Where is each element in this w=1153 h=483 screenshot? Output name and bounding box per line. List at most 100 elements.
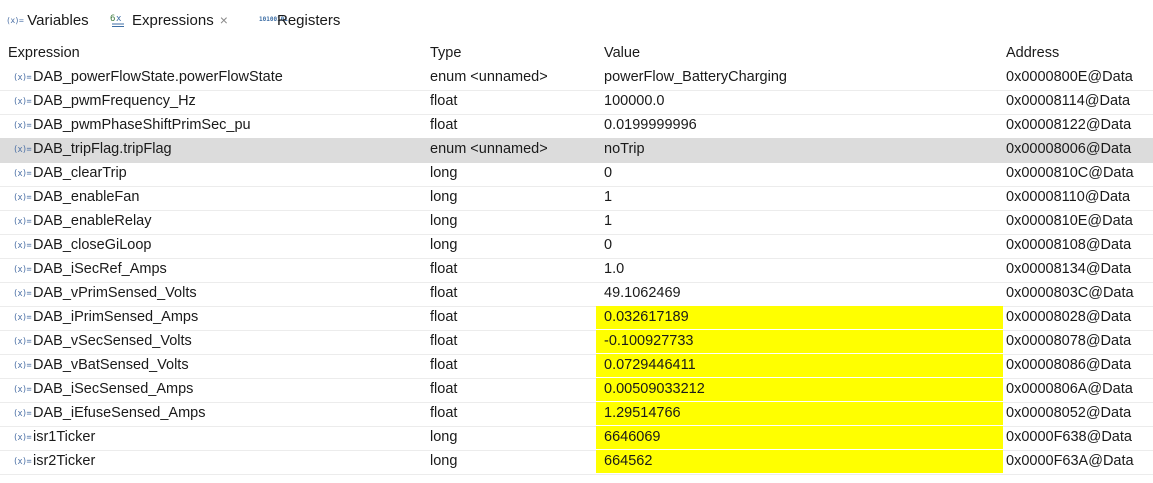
type-cell: float bbox=[430, 117, 458, 133]
address-cell: 0x00008122@Data bbox=[1006, 117, 1132, 133]
table-row[interactable]: (x)= DAB_vPrimSensed_Volts float 49.1062469… bbox=[0, 282, 1153, 307]
address-cell: 0x00008110@Data bbox=[1006, 189, 1131, 205]
value-cell[interactable]: noTrip bbox=[604, 141, 645, 157]
value-cell[interactable]: -0.100927733 bbox=[604, 333, 694, 349]
value-cell[interactable]: 0.00509033212 bbox=[604, 381, 705, 397]
variable-icon: (x)= bbox=[13, 169, 32, 179]
address-cell: 0x00008006@Data bbox=[1006, 141, 1132, 157]
table-row[interactable]: (x)= DAB_iPrimSensed_Amps float 0.032617189… bbox=[0, 306, 1153, 331]
variable-icon: (x)= bbox=[13, 289, 32, 299]
table-row[interactable]: (x)= DAB_iSecRef_Amps float 1.0 0x00008134@D… bbox=[0, 258, 1153, 283]
table-header: Expression Type Value Address bbox=[0, 40, 1153, 66]
address-cell: 0x0000806A@Data bbox=[1006, 381, 1133, 397]
table-row[interactable]: (x)= DAB_vSecSensed_Volts float -0.10092773… bbox=[0, 330, 1153, 355]
tab-expressions-label: Expressions bbox=[132, 11, 214, 29]
column-header-address[interactable]: Address bbox=[1006, 45, 1059, 61]
expression-cell[interactable]: DAB_enableRelay bbox=[33, 213, 152, 229]
column-header-value[interactable]: Value bbox=[604, 45, 640, 61]
variable-icon: (x)= bbox=[13, 409, 32, 419]
variable-icon: (x)= bbox=[13, 313, 32, 323]
value-cell[interactable]: 664562 bbox=[604, 453, 652, 469]
address-cell: 0x00008052@Data bbox=[1006, 405, 1132, 421]
expression-cell[interactable]: DAB_enableFan bbox=[33, 189, 139, 205]
svg-text:6: 6 bbox=[110, 14, 115, 24]
tab-registers[interactable]: 1010 0101 Registers bbox=[259, 9, 340, 31]
variables-icon: (x)= bbox=[6, 15, 24, 25]
expression-cell[interactable]: DAB_vSecSensed_Volts bbox=[33, 333, 192, 349]
value-cell[interactable]: 0 bbox=[604, 237, 612, 253]
address-cell: 0x00008114@Data bbox=[1006, 93, 1131, 109]
expression-cell[interactable]: DAB_pwmFrequency_Hz bbox=[33, 93, 196, 109]
table-row[interactable]: (x)= DAB_enableFan long 1 0x00008110@Data bbox=[0, 186, 1153, 211]
column-header-type[interactable]: Type bbox=[430, 45, 461, 61]
variable-icon: (x)= bbox=[13, 193, 32, 203]
table-row[interactable]: (x)= DAB_iSecSensed_Amps float 0.0050903321… bbox=[0, 378, 1153, 403]
address-cell: 0x00008134@Data bbox=[1006, 261, 1132, 277]
expression-cell[interactable]: DAB_powerFlowState.powerFlowState bbox=[33, 69, 283, 85]
variable-icon: (x)= bbox=[13, 361, 32, 371]
type-cell: enum <unnamed> bbox=[430, 69, 548, 85]
table-row[interactable]: (x)= DAB_pwmFrequency_Hz float 100000.0 0x00… bbox=[0, 90, 1153, 115]
value-cell[interactable]: 1 bbox=[604, 189, 612, 205]
variable-icon: (x)= bbox=[13, 241, 32, 251]
value-cell[interactable]: 0.0199999996 bbox=[604, 117, 697, 133]
variable-icon: (x)= bbox=[13, 265, 32, 275]
value-cell[interactable]: 0.032617189 bbox=[604, 309, 689, 325]
type-cell: long bbox=[430, 213, 458, 229]
table-row[interactable]: (x)= DAB_vBatSensed_Volts float 0.072944641… bbox=[0, 354, 1153, 379]
table-row[interactable]: (x)= isr2Ticker long 664562 0x0000F63A@Data bbox=[0, 450, 1153, 475]
table-row[interactable]: (x)= DAB_clearTrip long 0 0x0000810C@Data bbox=[0, 162, 1153, 187]
address-cell: 0x0000800E@Data bbox=[1006, 69, 1133, 85]
column-header-expression[interactable]: Expression bbox=[8, 45, 80, 61]
table-row[interactable]: (x)= DAB_iEfuseSensed_Amps float 1.29514766… bbox=[0, 402, 1153, 427]
variable-icon: (x)= bbox=[13, 145, 32, 155]
table-row[interactable]: (x)= DAB_pwmPhaseShiftPrimSec_pu float 0.01… bbox=[0, 114, 1153, 139]
table-row[interactable]: (x)= DAB_tripFlag.tripFlag enum <unnamed> n… bbox=[0, 138, 1153, 163]
table-row[interactable]: (x)= DAB_closeGiLoop long 0 0x00008108@Data bbox=[0, 234, 1153, 259]
value-cell[interactable]: powerFlow_BatteryCharging bbox=[604, 69, 787, 85]
tab-expressions[interactable]: 6 x Expressions × bbox=[110, 9, 228, 31]
expression-cell[interactable]: isr2Ticker bbox=[33, 453, 95, 469]
address-cell: 0x0000803C@Data bbox=[1006, 285, 1134, 301]
value-cell[interactable]: 0 bbox=[604, 165, 612, 181]
type-cell: long bbox=[430, 237, 458, 253]
expression-cell[interactable]: DAB_vPrimSensed_Volts bbox=[33, 285, 197, 301]
type-cell: long bbox=[430, 189, 458, 205]
variable-icon: (x)= bbox=[13, 97, 32, 107]
view-tab-bar: (x)= Variables 6 x Expressions × 1010 010… bbox=[0, 0, 1153, 36]
type-cell: float bbox=[430, 381, 458, 397]
expression-cell[interactable]: DAB_iSecRef_Amps bbox=[33, 261, 167, 277]
expression-cell[interactable]: isr1Ticker bbox=[33, 429, 95, 445]
expression-cell[interactable]: DAB_closeGiLoop bbox=[33, 237, 152, 253]
value-cell[interactable]: 0.0729446411 bbox=[604, 357, 696, 373]
expression-cell[interactable]: DAB_clearTrip bbox=[33, 165, 127, 181]
value-cell[interactable]: 1.29514766 bbox=[604, 405, 681, 421]
expression-cell[interactable]: DAB_pwmPhaseShiftPrimSec_pu bbox=[33, 117, 251, 133]
value-cell[interactable]: 6646069 bbox=[604, 429, 660, 445]
expression-cell[interactable]: DAB_iPrimSensed_Amps bbox=[33, 309, 198, 325]
expression-cell[interactable]: DAB_tripFlag.tripFlag bbox=[33, 141, 172, 157]
expression-cell[interactable]: DAB_iEfuseSensed_Amps bbox=[33, 405, 206, 421]
value-cell[interactable]: 49.1062469 bbox=[604, 285, 681, 301]
value-cell[interactable]: 100000.0 bbox=[604, 93, 664, 109]
variable-icon: (x)= bbox=[13, 73, 32, 83]
type-cell: float bbox=[430, 285, 458, 301]
expression-cell[interactable]: DAB_vBatSensed_Volts bbox=[33, 357, 189, 373]
tab-variables[interactable]: (x)= Variables bbox=[6, 9, 89, 31]
variable-icon: (x)= bbox=[13, 457, 32, 467]
value-cell[interactable]: 1 bbox=[604, 213, 612, 229]
expression-cell[interactable]: DAB_iSecSensed_Amps bbox=[33, 381, 193, 397]
value-cell[interactable]: 1.0 bbox=[604, 261, 624, 277]
address-cell: 0x0000F638@Data bbox=[1006, 429, 1132, 445]
close-icon[interactable]: × bbox=[220, 12, 228, 28]
address-cell: 0x00008028@Data bbox=[1006, 309, 1132, 325]
type-cell: float bbox=[430, 261, 458, 277]
table-row[interactable]: (x)= DAB_powerFlowState.powerFlowState enu… bbox=[0, 66, 1153, 91]
table-row[interactable]: (x)= isr1Ticker long 6646069 0x0000F638@Data bbox=[0, 426, 1153, 451]
table-row[interactable]: (x)= DAB_enableRelay long 1 0x0000810E@Data bbox=[0, 210, 1153, 235]
address-cell: 0x0000F63A@Data bbox=[1006, 453, 1134, 469]
type-cell: float bbox=[430, 93, 458, 109]
variable-icon: (x)= bbox=[13, 385, 32, 395]
tab-variables-label: Variables bbox=[27, 11, 89, 29]
variable-icon: (x)= bbox=[13, 433, 32, 443]
